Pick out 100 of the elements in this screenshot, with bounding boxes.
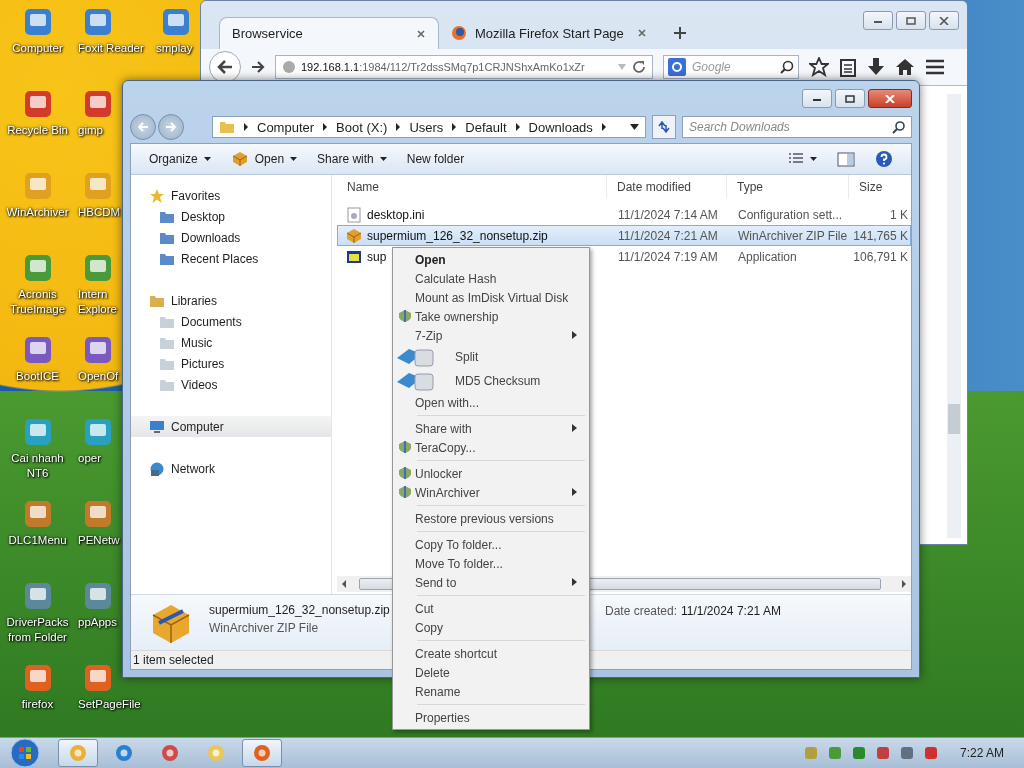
selected-row-highlight[interactable]: supermium_126_32_nonsetup.zip 11/1/2024 7:21 AM WinArchiver ZIP File 141,765 K <box>337 225 911 246</box>
nav-item[interactable]: Computer <box>131 416 331 437</box>
menu-item[interactable]: MD5 Checksum <box>395 369 587 393</box>
star-icon[interactable] <box>809 57 829 77</box>
search-icon[interactable] <box>780 60 794 74</box>
close-button[interactable] <box>868 89 912 108</box>
menu-item[interactable]: Take ownership <box>395 307 587 326</box>
chevron-icon[interactable] <box>395 123 402 131</box>
search-icon[interactable] <box>892 120 905 134</box>
home-icon[interactable] <box>895 58 915 76</box>
file-name[interactable]: supermium_126_32_nonsetup.zip <box>367 228 548 243</box>
menu-item[interactable]: Copy <box>395 618 587 637</box>
desktop-shortcut[interactable]: oper <box>78 416 114 466</box>
nav-item[interactable]: Favorites <box>131 185 331 206</box>
breadcrumb-item[interactable]: Downloads <box>528 119 593 135</box>
menu-item[interactable]: Copy To folder... <box>395 535 587 554</box>
column-header[interactable]: Name <box>337 175 607 199</box>
desktop-shortcut[interactable]: PENetw <box>78 498 120 548</box>
menu-item[interactable]: Properties <box>395 708 587 727</box>
nav-item[interactable]: Music <box>131 332 331 353</box>
chevron-icon[interactable] <box>243 123 249 131</box>
reload-icon[interactable] <box>632 60 646 74</box>
menu-item[interactable]: Calculate Hash <box>395 269 587 288</box>
nav-item[interactable]: Videos <box>131 374 331 395</box>
menu-item[interactable]: Cut <box>395 599 587 618</box>
close-button[interactable] <box>929 11 959 30</box>
desktop-shortcut[interactable]: ppApps <box>78 580 117 630</box>
column-header[interactable]: Type <box>727 175 849 199</box>
vertical-scrollbar[interactable] <box>947 94 961 538</box>
menu-icon[interactable] <box>925 59 945 75</box>
nav-item[interactable]: Desktop <box>131 206 331 227</box>
back-button[interactable] <box>209 51 241 83</box>
taskbar-button[interactable] <box>242 739 282 767</box>
nav-item[interactable]: Network <box>131 458 331 479</box>
download-icon[interactable] <box>867 57 885 77</box>
close-icon[interactable] <box>637 28 647 38</box>
maximize-button[interactable] <box>896 11 926 30</box>
menu-item[interactable]: Open with... <box>395 393 587 412</box>
tray-icon[interactable] <box>898 745 915 761</box>
taskbar-button[interactable] <box>58 739 98 767</box>
minimize-button[interactable] <box>863 11 893 30</box>
menu-item[interactable]: Rename <box>395 682 587 701</box>
address-bar[interactable]: Computer Boot (X:) Users Default Downloads <box>212 116 646 138</box>
start-button[interactable] <box>10 738 40 768</box>
minimize-button[interactable] <box>802 89 832 108</box>
menu-item[interactable]: Move To folder... <box>395 554 587 573</box>
menu-item[interactable]: Open <box>395 250 587 269</box>
chevron-icon[interactable] <box>600 123 607 131</box>
file-name[interactable]: sup <box>367 249 387 264</box>
menu-item[interactable]: WinArchiver <box>395 483 587 502</box>
search-field[interactable]: Search Downloads <box>682 116 912 138</box>
clipboard-icon[interactable] <box>839 57 857 77</box>
chevron-icon[interactable] <box>322 123 329 131</box>
nav-item[interactable]: Documents <box>131 311 331 332</box>
clock[interactable]: 7:22 AM <box>959 746 1004 760</box>
tray-icon[interactable] <box>850 745 867 761</box>
address-field[interactable]: 192.168.1.1:1984/112/Tr2dssSMq7p1CRJNShxAmKo1xZr <box>275 55 653 79</box>
column-header[interactable]: Size <box>849 175 909 199</box>
nav-item[interactable]: Libraries <box>131 290 331 311</box>
breadcrumb-item[interactable]: Default <box>465 119 507 135</box>
maximize-button[interactable] <box>835 89 865 108</box>
desktop-shortcut[interactable]: DLC1Menu <box>0 498 75 574</box>
refresh-button[interactable] <box>652 115 676 139</box>
forward-icon[interactable] <box>251 60 265 74</box>
tray-icon[interactable] <box>922 745 939 761</box>
chevron-icon[interactable] <box>514 123 521 131</box>
menu-item[interactable]: Share with <box>395 419 587 438</box>
forward-button[interactable] <box>158 114 184 140</box>
menu-item[interactable]: Split <box>395 345 587 369</box>
plus-icon[interactable] <box>673 26 687 40</box>
menu-item[interactable]: TeraCopy... <box>395 438 587 457</box>
close-icon[interactable] <box>416 28 426 39</box>
nav-item[interactable]: Downloads <box>131 227 331 248</box>
breadcrumb-item[interactable]: Boot (X:) <box>336 119 388 135</box>
toolbar-button[interactable]: Open <box>222 148 306 170</box>
toolbar-button[interactable]: Organize <box>141 149 219 169</box>
browser-tab[interactable]: Mozilla Firefox Start Page <box>439 17 659 49</box>
column-header[interactable]: Date modified <box>607 175 727 199</box>
menu-item[interactable]: Restore previous versions <box>395 509 587 528</box>
breadcrumb-item[interactable]: Users <box>409 119 444 135</box>
desktop-shortcut[interactable]: DriverPacks from Folder <box>0 580 75 656</box>
file-name[interactable]: desktop.ini <box>367 207 425 222</box>
browser-tab[interactable]: Browservice <box>219 17 439 49</box>
desktop-shortcut[interactable]: firefox <box>0 662 75 737</box>
menu-item[interactable]: Mount as ImDisk Virtual Disk <box>395 288 587 307</box>
scroll-left-icon[interactable] <box>341 580 347 588</box>
scroll-right-icon[interactable] <box>901 580 907 588</box>
desktop-shortcut[interactable]: Cai nhanh NT6 <box>0 416 75 492</box>
chevron-icon[interactable] <box>451 123 458 131</box>
search-engine-icon[interactable] <box>668 58 686 76</box>
nav-item[interactable]: Recent Places <box>131 248 331 269</box>
menu-item[interactable]: 7-Zip <box>395 326 587 345</box>
toolbar-button[interactable]: Share with <box>309 149 395 169</box>
menu-item[interactable]: Send to <box>395 573 587 592</box>
menu-item[interactable]: Unlocker <box>395 464 587 483</box>
dropdown-icon[interactable] <box>630 124 639 130</box>
toolbar-button[interactable]: New folder <box>398 149 473 169</box>
nav-item[interactable]: Pictures <box>131 353 331 374</box>
tray-icon[interactable] <box>874 745 891 761</box>
breadcrumb-item[interactable]: Computer <box>257 119 315 135</box>
